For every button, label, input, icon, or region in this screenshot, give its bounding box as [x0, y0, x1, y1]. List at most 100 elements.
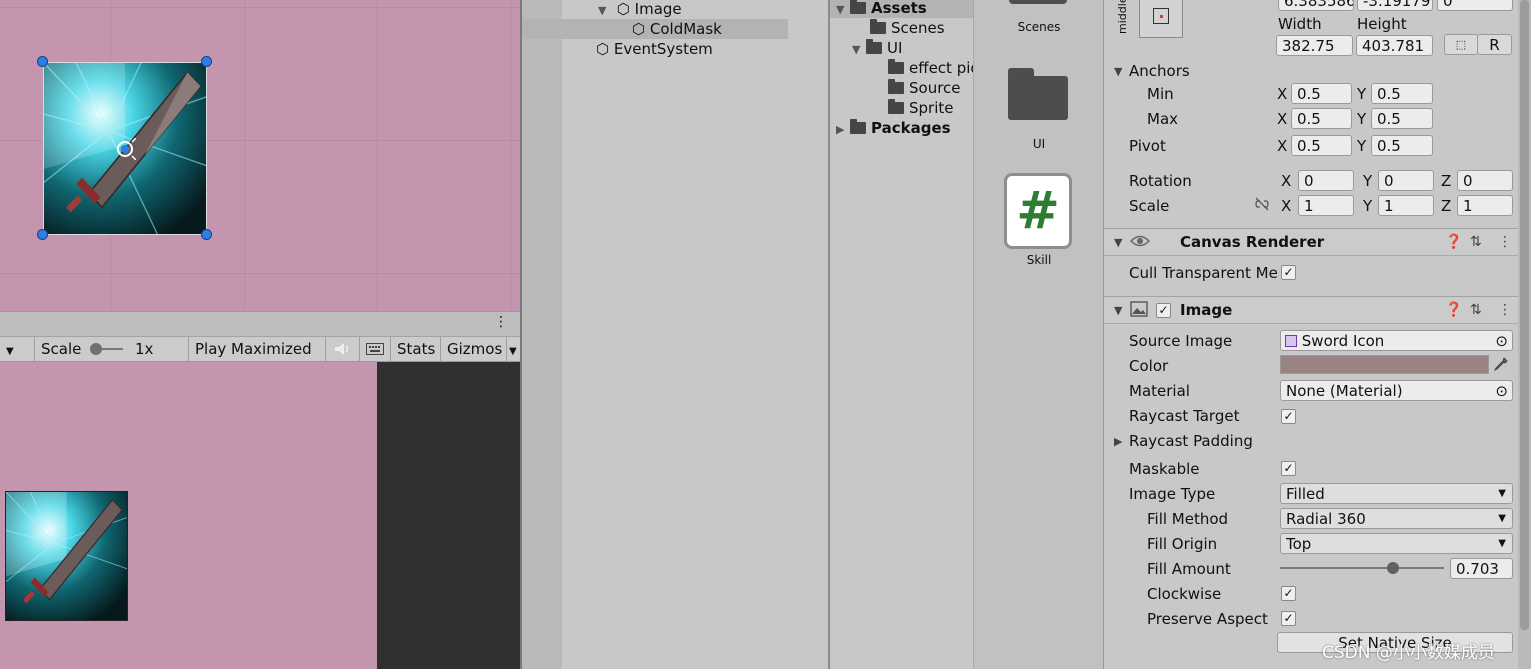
project-folder-source[interactable]: Source [888, 78, 961, 98]
maskable-checkbox[interactable]: ✓ [1281, 461, 1296, 476]
foldout-arrow-icon[interactable]: ▼ [1114, 304, 1122, 317]
script-hash-glyph: # [1016, 181, 1060, 241]
project-folder-packages[interactable]: ▶ Packages [836, 118, 951, 138]
csharp-script-icon[interactable]: # [1004, 173, 1072, 249]
rotation-y-field[interactable]: 0 [1378, 170, 1434, 191]
rotation-z-field[interactable]: 0 [1457, 170, 1513, 191]
pos-y-field[interactable]: -3.19179: [1357, 0, 1433, 11]
game-tab-bar: ⋮ [0, 311, 520, 337]
anchor-max-y-field[interactable]: 0.5 [1371, 108, 1433, 129]
anchor-preset-button[interactable] [1139, 0, 1183, 38]
material-field[interactable]: None (Material) ⊙ [1280, 380, 1513, 401]
height-field[interactable]: 403.781 [1356, 35, 1433, 56]
preset-icon[interactable]: ⇅ [1470, 302, 1482, 318]
display-dropdown[interactable]: ▼ [0, 337, 34, 361]
fill-origin-dropdown[interactable]: Top ▼ [1280, 533, 1513, 554]
image-type-dropdown[interactable]: Filled ▼ [1280, 483, 1513, 504]
pos-x-field[interactable]: 6.383586 [1278, 0, 1354, 11]
rect-handle[interactable] [201, 229, 212, 240]
inspector-scrollbar[interactable] [1518, 0, 1531, 669]
preset-icon[interactable]: ⇅ [1470, 234, 1482, 250]
asset-skill[interactable]: Skill [974, 253, 1104, 267]
hierarchy-item-eventsystem[interactable]: ⬡ EventSystem [596, 39, 713, 59]
help-icon[interactable]: ❓ [1445, 234, 1462, 250]
scale-slider[interactable]: Scale 1x [34, 337, 188, 361]
scene-view[interactable] [0, 0, 520, 311]
scale-label: Scale [41, 340, 82, 358]
width-field[interactable]: 382.75 [1276, 35, 1353, 56]
help-icon[interactable]: ❓ [1445, 302, 1462, 318]
rotation-x-field[interactable]: 0 [1298, 170, 1354, 191]
raycast-target-checkbox[interactable]: ✓ [1281, 409, 1296, 424]
pivot-x-field[interactable]: 0.5 [1291, 135, 1352, 156]
object-picker-icon[interactable]: ⊙ [1495, 331, 1508, 350]
anchors-foldout-icon[interactable]: ▼ [1114, 65, 1122, 78]
anchor-min-y-field[interactable]: 0.5 [1371, 83, 1433, 104]
link-scale-icon[interactable] [1254, 197, 1272, 213]
hierarchy-item-coldmask[interactable]: ⬡ ColdMask [632, 19, 722, 39]
chevron-down-icon: ▼ [1498, 513, 1506, 524]
material-label: Material [1129, 382, 1190, 400]
color-swatch[interactable] [1280, 355, 1489, 374]
project-folder-effect-pic[interactable]: effect pic [888, 58, 974, 78]
hierarchy-item-image[interactable]: ▼ ⬡ Image [598, 0, 682, 19]
scale-x-field[interactable]: 1 [1298, 195, 1354, 216]
image-enabled-checkbox[interactable]: ✓ [1156, 303, 1171, 318]
asset-scenes[interactable]: Scenes [974, 20, 1104, 34]
canvas-renderer-header[interactable]: ▼ Canvas Renderer ❓ ⇅ ⋮ [1104, 228, 1518, 256]
rect-handle[interactable] [37, 56, 48, 67]
pos-z-field[interactable]: 0 [1437, 0, 1513, 11]
cull-transparent-checkbox[interactable]: ✓ [1281, 265, 1296, 280]
panel-menu-icon[interactable]: ⋮ [494, 314, 508, 330]
project-folder-assets[interactable]: ▼ Assets [836, 0, 927, 18]
scale-y-field[interactable]: 1 [1378, 195, 1434, 216]
play-maximized-dropdown[interactable]: Play Maximized ▼ [188, 337, 325, 384]
pivot-icon[interactable] [114, 137, 137, 161]
context-menu-icon[interactable]: ⋮ [1498, 302, 1512, 318]
gameobject-cube-icon: ⬡ [632, 20, 646, 38]
slider-thumb[interactable] [1386, 562, 1399, 574]
project-folder-scenes[interactable]: Scenes [870, 18, 945, 38]
clockwise-checkbox[interactable]: ✓ [1281, 586, 1296, 601]
x-axis-label: X [1281, 172, 1292, 190]
play-mode-label: Play Maximized [195, 340, 312, 358]
scrollbar-thumb[interactable] [1520, 0, 1529, 630]
blueprint-mode-button[interactable]: ⬚ [1444, 34, 1478, 55]
image-type-label: Image Type [1129, 485, 1216, 503]
raycast-padding-foldout-icon[interactable]: ▶ [1114, 435, 1122, 448]
fill-amount-field[interactable]: 0.703 [1450, 558, 1513, 579]
gizmos-button[interactable]: Gizmos [440, 337, 506, 361]
project-folder-ui[interactable]: ▼ UI [852, 38, 902, 58]
foldout-arrow-icon[interactable]: ▼ [1114, 236, 1122, 249]
raw-edit-button[interactable]: R [1477, 34, 1512, 55]
gizmos-dropdown[interactable]: ▼ [506, 337, 520, 361]
game-view[interactable] [0, 362, 377, 669]
object-picker-icon[interactable]: ⊙ [1495, 381, 1508, 400]
expand-arrow-icon[interactable]: ▼ [836, 0, 850, 20]
scale-thumb[interactable] [90, 343, 102, 355]
raycast-padding-label: Raycast Padding [1129, 432, 1253, 450]
anchor-max-x-field[interactable]: 0.5 [1291, 108, 1352, 129]
pivot-y-field[interactable]: 0.5 [1371, 135, 1433, 156]
preserve-aspect-checkbox[interactable]: ✓ [1281, 611, 1296, 626]
image-component-header[interactable]: ▼ ✓ Image ❓ ⇅ ⋮ [1104, 296, 1518, 324]
fill-amount-slider[interactable] [1280, 558, 1444, 578]
asset-ui[interactable]: UI [974, 137, 1104, 151]
expand-arrow-icon[interactable]: ▼ [852, 40, 866, 60]
anchor-min-x-field[interactable]: 0.5 [1291, 83, 1352, 104]
scale-z-field[interactable]: 1 [1457, 195, 1513, 216]
project-folder-sprite[interactable]: Sprite [888, 98, 954, 118]
source-image-field[interactable]: Sword Icon ⊙ [1280, 330, 1513, 351]
rect-handle[interactable] [37, 229, 48, 240]
folder-icon[interactable] [1008, 68, 1068, 120]
rect-handle[interactable] [201, 56, 212, 67]
expand-arrow-icon[interactable]: ▼ [598, 1, 612, 21]
mute-audio-icon[interactable] [325, 337, 359, 361]
folder-label: effect pic [909, 59, 974, 77]
stats-button[interactable]: Stats [390, 337, 440, 361]
collapse-arrow-icon[interactable]: ▶ [836, 120, 850, 140]
fill-method-dropdown[interactable]: Radial 360 ▼ [1280, 508, 1513, 529]
eyedropper-icon[interactable] [1493, 356, 1511, 374]
keyboard-icon[interactable] [359, 337, 390, 361]
context-menu-icon[interactable]: ⋮ [1498, 234, 1512, 250]
